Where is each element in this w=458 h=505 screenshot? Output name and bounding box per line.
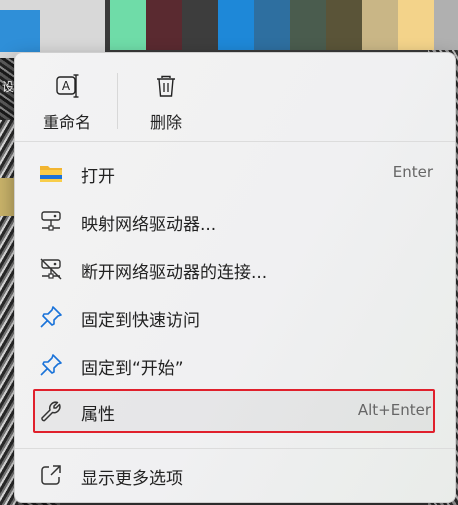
- folder-icon: [39, 161, 63, 185]
- desktop-yellow-block: [0, 178, 14, 216]
- delete-button[interactable]: 删除: [126, 69, 206, 135]
- map-network-drive-icon: [39, 209, 63, 233]
- pin-icon: [39, 305, 63, 329]
- desktop-swatch: [290, 0, 326, 50]
- desktop-swatch: [398, 0, 434, 50]
- context-menu: A 重命名 删除 打开 Enter 映射网络驱动器... 断开网络驱动器的连接.…: [14, 52, 456, 503]
- menu-item-disconnect-network-drive[interactable]: 断开网络驱动器的连接...: [15, 247, 455, 291]
- menu-item-properties[interactable]: 属性 Alt+Enter: [33, 389, 435, 433]
- desktop-swatch: [326, 0, 362, 50]
- menu-item-label: 固定到“开始”: [81, 359, 184, 379]
- rename-icon: A: [54, 73, 80, 99]
- svg-text:A: A: [62, 79, 71, 93]
- menu-divider: [15, 448, 455, 449]
- rename-label: 重命名: [42, 113, 91, 132]
- menu-item-label: 映射网络驱动器...: [81, 215, 217, 235]
- desktop-swatch: [146, 0, 182, 50]
- menu-divider: [15, 141, 455, 142]
- menu-item-label: 固定到快速访问: [81, 311, 200, 331]
- menu-item-pin-quick-access[interactable]: 固定到快速访问: [15, 295, 455, 339]
- pin-icon: [39, 353, 63, 377]
- desktop-swatch: [434, 0, 458, 50]
- desktop-swatch-row: [110, 0, 458, 50]
- desktop-swatch: [110, 0, 146, 50]
- quick-actions-divider: [117, 73, 118, 129]
- disconnect-network-drive-icon: [39, 257, 63, 281]
- menu-item-label: 属性: [81, 405, 115, 425]
- desktop-swatch: [218, 0, 254, 50]
- menu-item-show-more-options[interactable]: 显示更多选项: [15, 453, 455, 497]
- shortcut-text: Enter: [392, 163, 433, 181]
- desktop-fragment-text: 设: [2, 80, 15, 94]
- context-menu-quick-actions: A 重命名 删除: [15, 53, 455, 141]
- delete-label: 删除: [149, 113, 182, 132]
- menu-item-label: 断开网络驱动器的连接...: [81, 263, 268, 283]
- desktop-swatch: [254, 0, 290, 50]
- wrench-icon: [39, 399, 63, 423]
- menu-item-label: 打开: [81, 167, 115, 187]
- desktop-swatch: [362, 0, 398, 50]
- desktop-swatch: [182, 0, 218, 50]
- share-icon: [39, 463, 63, 487]
- menu-item-label: 显示更多选项: [81, 469, 183, 489]
- trash-icon: [153, 73, 179, 99]
- desktop-blue-block: [0, 10, 40, 52]
- rename-button[interactable]: A 重命名: [27, 69, 107, 135]
- menu-item-pin-start[interactable]: 固定到“开始”: [15, 343, 455, 387]
- desktop-window-fragment: 设: [0, 0, 105, 94]
- shortcut-text: Alt+Enter: [357, 401, 431, 419]
- menu-item-open[interactable]: 打开 Enter: [15, 151, 455, 195]
- menu-item-map-network-drive[interactable]: 映射网络驱动器...: [15, 199, 455, 243]
